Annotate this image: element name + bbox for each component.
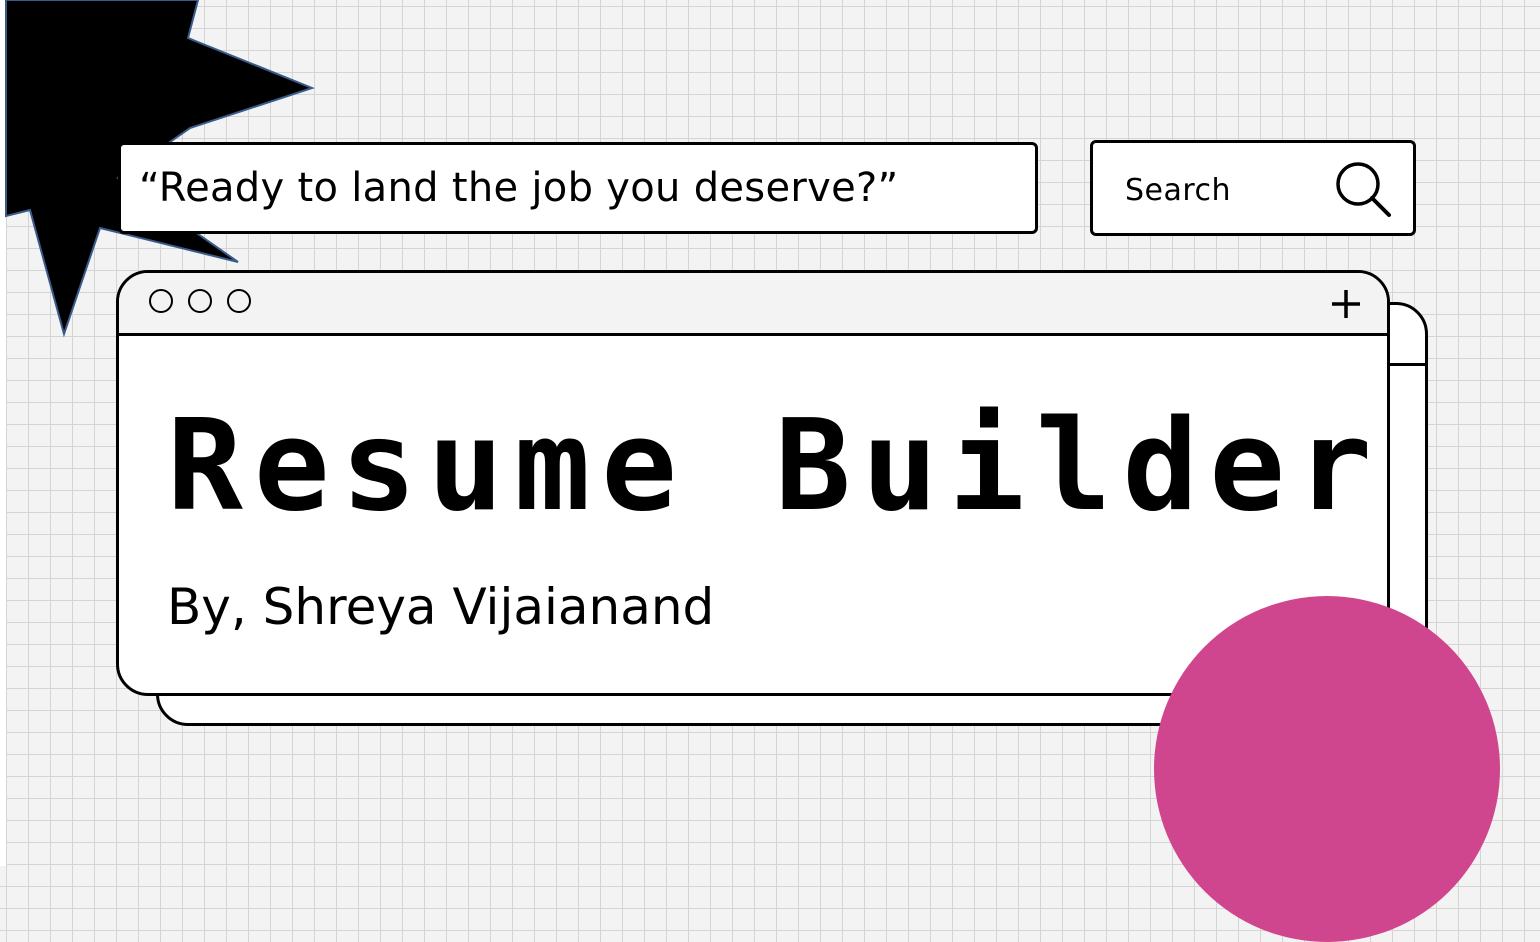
window-dot-icon[interactable] <box>227 289 251 313</box>
plus-icon[interactable] <box>1329 287 1363 321</box>
page-title: Resume Builder <box>167 392 1384 539</box>
window-dot-icon[interactable] <box>149 289 173 313</box>
main-window: Resume Builder By, Shreya Vijaianand <box>116 270 1390 696</box>
quote-text: “Ready to land the job you deserve?” <box>139 165 899 211</box>
window-titlebar <box>119 273 1387 336</box>
author-byline: By, Shreya Vijaianand <box>167 578 715 636</box>
search-icon[interactable] <box>1333 159 1395 221</box>
pink-circle-decoration <box>1154 596 1500 942</box>
search-label: Search <box>1125 173 1232 208</box>
quote-bar: “Ready to land the job you deserve?” <box>118 142 1038 234</box>
window-dot-icon[interactable] <box>188 289 212 313</box>
search-box[interactable]: Search <box>1090 140 1416 236</box>
